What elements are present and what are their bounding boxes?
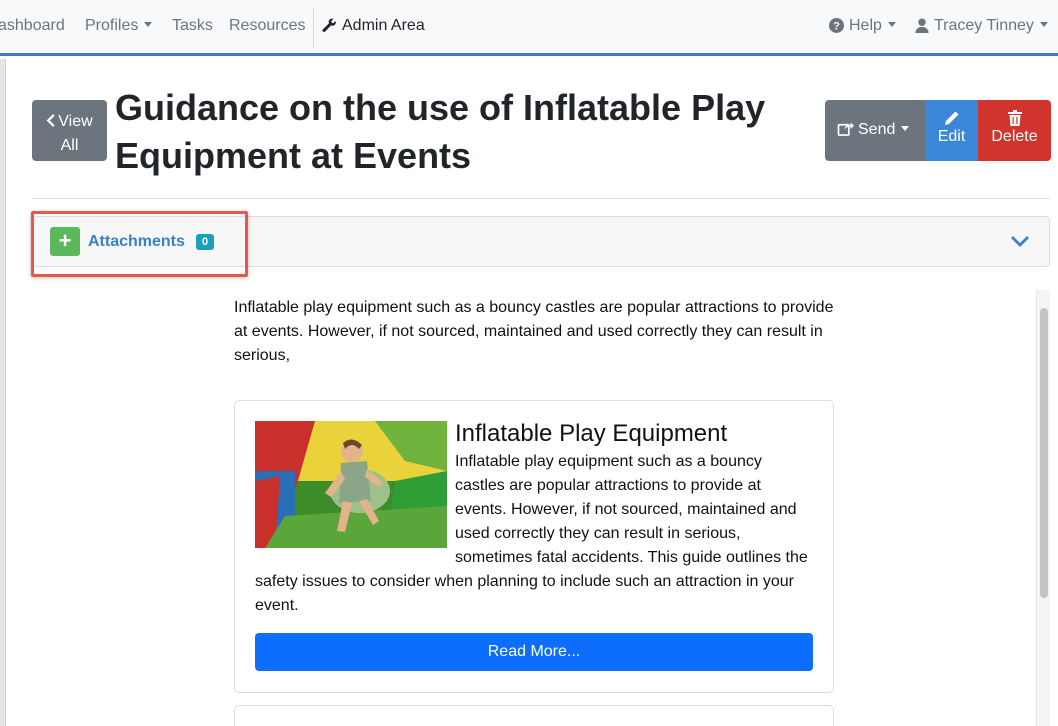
view-all-label-line2: All bbox=[60, 136, 79, 154]
chevron-left-icon bbox=[46, 113, 55, 127]
send-label: Send bbox=[858, 121, 896, 138]
card-text-line: castles are popular attractions to provi… bbox=[455, 477, 761, 494]
caret-down-icon bbox=[901, 126, 910, 131]
page-title: Guidance on the use of Inflatable Play E… bbox=[115, 87, 766, 176]
nav-admin-label: Admin Area bbox=[342, 17, 425, 34]
chevron-down-icon[interactable] bbox=[1010, 233, 1030, 249]
card-text-line: event. bbox=[255, 597, 299, 614]
pencil-icon bbox=[944, 111, 958, 125]
send-button[interactable]: Send bbox=[825, 100, 925, 161]
nav-help[interactable]: ? Help bbox=[829, 17, 896, 35]
card-title: Inflatable Play Equipment bbox=[455, 420, 728, 447]
view-all-button[interactable]: View All bbox=[32, 100, 107, 161]
question-circle-icon: ? bbox=[829, 18, 844, 33]
card-text-line: used correctly they can result in seriou… bbox=[455, 525, 741, 542]
card-text-line: events. However, if not sourced, maintai… bbox=[455, 501, 797, 518]
edit-label: Edit bbox=[937, 128, 966, 145]
caret-down-icon bbox=[1039, 22, 1048, 27]
card-text-line: sometimes fatal accidents. This guide ou… bbox=[455, 549, 808, 566]
caret-down-icon bbox=[887, 22, 896, 27]
nav-profiles[interactable]: Profiles bbox=[85, 17, 153, 35]
bouncy-castle-photo bbox=[255, 421, 447, 548]
nav-admin-area[interactable]: Admin Area bbox=[322, 17, 425, 35]
delete-label: Delete bbox=[991, 128, 1038, 145]
header-divider bbox=[32, 198, 1050, 199]
nav-tasks[interactable]: Tasks bbox=[172, 17, 213, 35]
share-icon bbox=[837, 122, 854, 136]
left-edge-panel bbox=[0, 59, 6, 726]
edit-button[interactable]: Edit bbox=[925, 100, 978, 161]
delete-button[interactable]: Delete bbox=[978, 100, 1051, 161]
user-icon bbox=[915, 18, 929, 33]
nav-divider bbox=[313, 8, 314, 48]
nav-dashboard[interactable]: ashboard bbox=[0, 17, 65, 35]
trash-icon bbox=[1007, 110, 1022, 126]
intro-text: Inflatable play equipment such as a boun… bbox=[234, 299, 834, 364]
svg-text:?: ? bbox=[833, 21, 840, 33]
nav-help-label: Help bbox=[849, 17, 882, 34]
read-more-button[interactable]: Read More... bbox=[255, 633, 813, 671]
card-text-line: Inflatable play equipment such as a boun… bbox=[455, 453, 762, 470]
view-all-label-line1: View bbox=[58, 112, 93, 130]
top-navbar: ashboard Profiles Tasks Resources Admin … bbox=[0, 0, 1058, 56]
wrench-icon bbox=[322, 18, 336, 32]
nav-profiles-label: Profiles bbox=[85, 17, 139, 34]
scrollbar-thumb[interactable] bbox=[1040, 308, 1048, 598]
nav-resources[interactable]: Resources bbox=[229, 17, 305, 35]
caret-down-icon bbox=[144, 22, 153, 27]
nav-user-menu[interactable]: Tracey Tinney bbox=[915, 17, 1048, 35]
attachments-highlight bbox=[31, 211, 248, 277]
nav-user-label: Tracey Tinney bbox=[934, 17, 1034, 34]
card-text-line: safety issues to consider when planning … bbox=[255, 573, 794, 590]
next-article-card bbox=[234, 705, 834, 726]
